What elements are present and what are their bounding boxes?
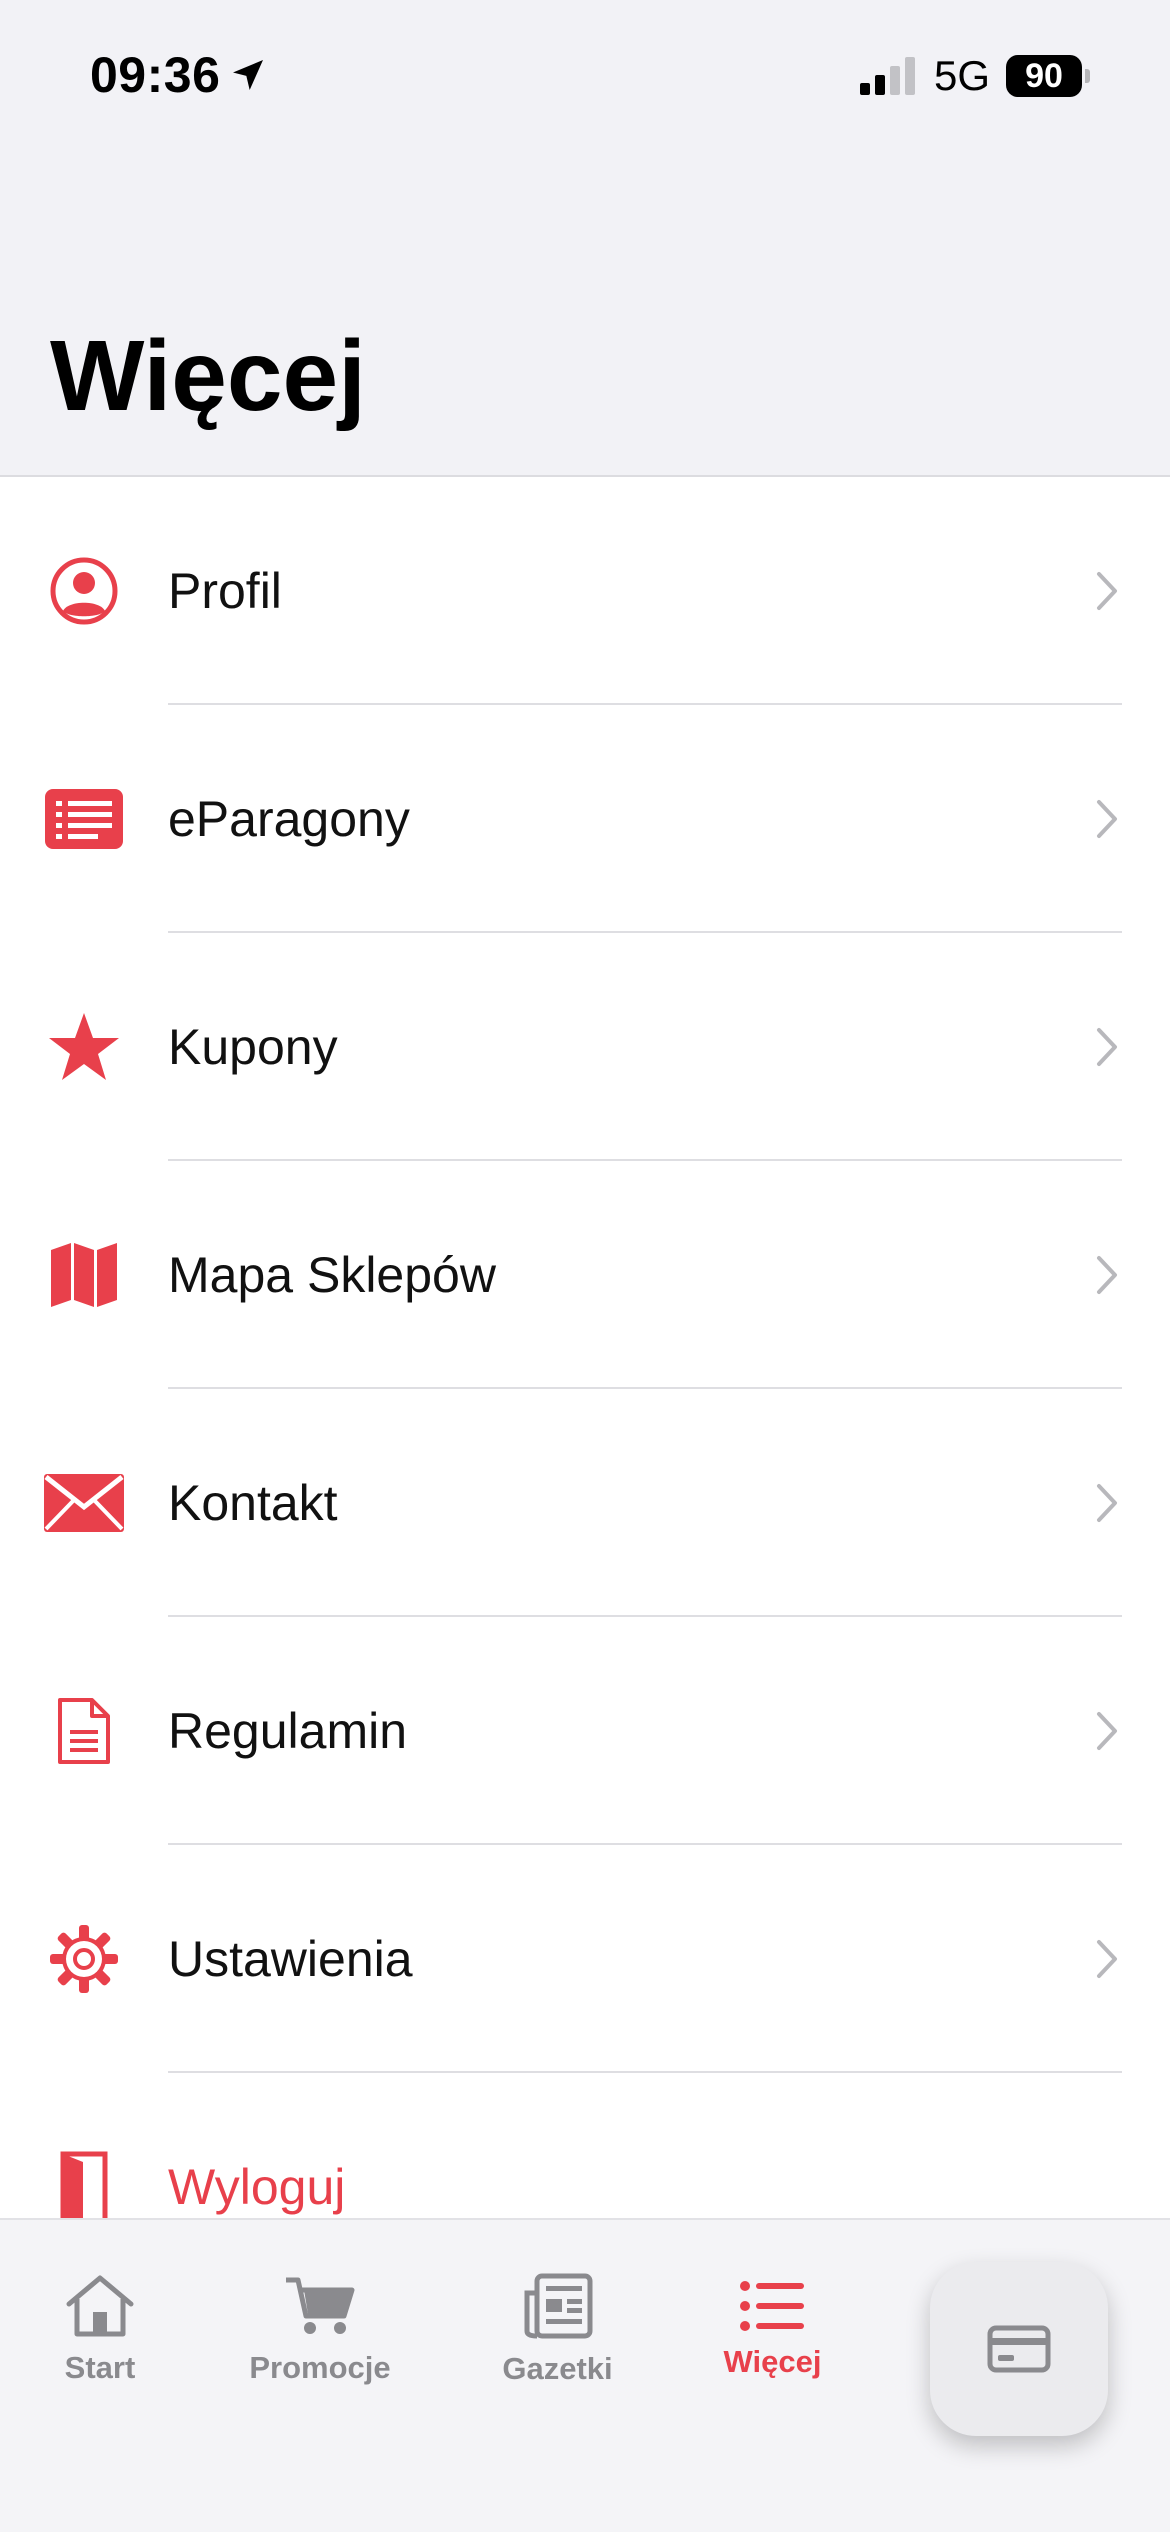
document-icon — [40, 1617, 128, 1845]
chevron-right-icon — [1096, 1389, 1118, 1617]
tab-label: Więcej — [723, 2344, 822, 2379]
more-menu-list: Profil eParagony Kupony Mapa Sklepów Kon… — [0, 477, 1170, 2301]
chevron-right-icon — [1096, 705, 1118, 933]
menu-item-label: Mapa Sklepów — [168, 1247, 496, 1303]
chevron-right-icon — [1096, 933, 1118, 1161]
battery-level: 90 — [1006, 55, 1082, 97]
menu-item-mapa-sklepow[interactable]: Mapa Sklepów — [0, 1161, 1170, 1389]
tab-promocje[interactable]: Promocje — [235, 2220, 405, 2440]
status-indicators: 5G 90 — [859, 52, 1090, 100]
chevron-right-icon — [1096, 1845, 1118, 2073]
menu-item-label: Profil — [168, 563, 282, 619]
tab-wiecej[interactable]: Więcej — [705, 2220, 840, 2440]
menu-item-label: Kupony — [168, 1019, 338, 1075]
header: 09:36 5G 90 Więcej — [0, 0, 1170, 477]
signal-icon — [859, 57, 915, 95]
menu-item-regulamin[interactable]: Regulamin — [0, 1617, 1170, 1845]
tab-label: Gazetki — [502, 2351, 613, 2386]
chevron-right-icon — [1096, 1161, 1118, 1389]
tab-label: Promocje — [249, 2350, 391, 2385]
chevron-right-icon — [1096, 1617, 1118, 1845]
cart-icon — [286, 2277, 355, 2334]
menu-item-ustawienia[interactable]: Ustawienia — [0, 1845, 1170, 2073]
tab-start[interactable]: Start — [40, 2220, 160, 2440]
status-time-text: 09:36 — [90, 47, 221, 103]
location-arrow-icon — [233, 60, 264, 90]
battery-icon: 90 — [1006, 55, 1090, 97]
tab-gazetki[interactable]: Gazetki — [490, 2220, 625, 2440]
list-icon — [739, 2281, 804, 2331]
page-title: Więcej — [50, 320, 366, 432]
card-icon — [987, 2325, 1051, 2373]
menu-item-label: Kontakt — [168, 1475, 338, 1531]
network-label: 5G — [933, 52, 990, 99]
chevron-right-icon — [1096, 477, 1118, 705]
battery-tip — [1085, 69, 1090, 83]
map-icon — [40, 1161, 128, 1389]
menu-item-kupony[interactable]: Kupony — [0, 933, 1170, 1161]
receipt-list-icon — [40, 705, 128, 933]
menu-item-profil[interactable]: Profil — [0, 477, 1170, 705]
loyalty-card-button[interactable] — [930, 2262, 1108, 2436]
house-icon — [66, 2275, 134, 2337]
menu-item-label: eParagony — [168, 791, 410, 847]
newspaper-icon — [524, 2273, 592, 2339]
menu-item-label: Ustawienia — [168, 1931, 413, 1987]
gear-icon — [40, 1845, 128, 2073]
status-time: 09:36 — [90, 46, 268, 104]
menu-item-kontakt[interactable]: Kontakt — [0, 1389, 1170, 1617]
person-circle-icon — [40, 477, 128, 705]
envelope-icon — [40, 1389, 128, 1617]
star-icon — [40, 933, 128, 1161]
menu-item-label: Regulamin — [168, 1703, 408, 1759]
menu-item-eparagony[interactable]: eParagony — [0, 705, 1170, 933]
tab-label: Start — [64, 2350, 136, 2385]
